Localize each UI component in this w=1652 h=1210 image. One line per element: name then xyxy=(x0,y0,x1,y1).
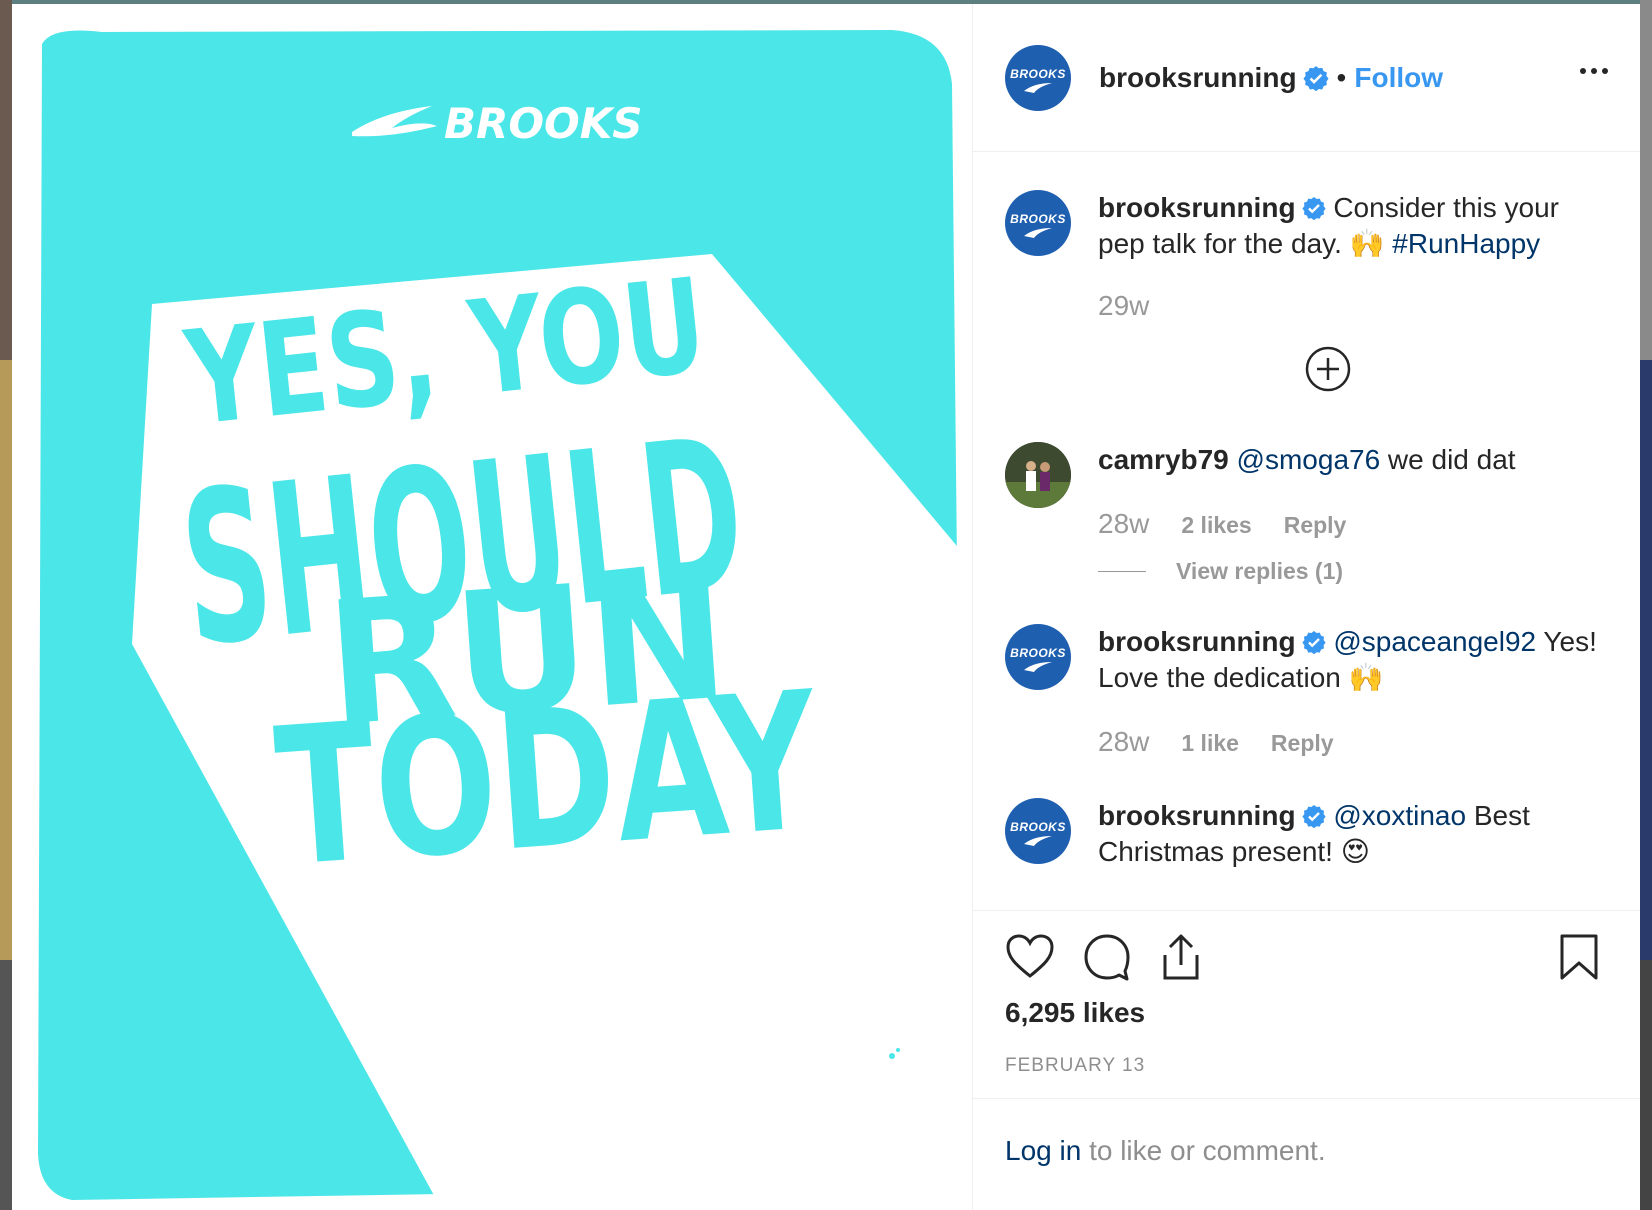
caption-hashtag[interactable]: #RunHappy xyxy=(1392,228,1540,259)
replies-divider xyxy=(1098,571,1146,572)
post-date[interactable]: FEBRUARY 13 xyxy=(1005,1055,1145,1077)
account-avatar[interactable]: BROOKS xyxy=(1005,44,1071,111)
login-prompt-text: to like or comment. xyxy=(1081,1135,1326,1166)
likes-count[interactable]: 6,295 likes xyxy=(1005,997,1145,1029)
load-more-comments-icon[interactable] xyxy=(1305,346,1351,392)
login-prompt: Log in to like or comment. xyxy=(973,1098,1640,1210)
comment-username[interactable]: brooksrunning xyxy=(1098,626,1296,657)
comment-username[interactable]: brooksrunning xyxy=(1098,800,1296,831)
bookmark-icon[interactable] xyxy=(1559,933,1599,981)
post-artwork: BROOKS YES, YOU SHOULD RUN TODAY xyxy=(38,30,972,1210)
comment-text: we did dat xyxy=(1380,444,1516,475)
header-username[interactable]: brooksrunning xyxy=(1099,62,1297,94)
commenter-avatar[interactable]: BROOKS xyxy=(1005,624,1071,690)
post-modal: BROOKS YES, YOU SHOULD RUN TODAY BROOKS … xyxy=(12,4,1640,1210)
comment-likes[interactable]: 2 likes xyxy=(1181,512,1251,539)
commenter-avatar[interactable] xyxy=(1005,442,1071,508)
comment-username[interactable]: camryb79 xyxy=(1098,444,1229,475)
swoosh-icon xyxy=(1024,228,1052,238)
view-replies-button[interactable]: View replies (1) xyxy=(1098,558,1598,585)
comment-likes[interactable]: 1 like xyxy=(1181,730,1239,757)
caption-username[interactable]: brooksrunning xyxy=(1098,192,1296,223)
post-header: BROOKS brooksrunning • Follow xyxy=(973,4,1640,152)
post-image: BROOKS YES, YOU SHOULD RUN TODAY xyxy=(12,4,972,1210)
post-side-panel: BROOKS brooksrunning • Follow BROOKS bro… xyxy=(972,4,1640,1210)
comment-mention[interactable]: @xoxtinao xyxy=(1333,800,1466,831)
comment-time[interactable]: 28w xyxy=(1098,508,1149,540)
commenter-avatar[interactable]: BROOKS xyxy=(1005,798,1071,864)
comment-mention[interactable]: @spaceangel92 xyxy=(1333,626,1536,657)
more-options-icon[interactable] xyxy=(1580,68,1608,74)
swoosh-icon xyxy=(1024,82,1052,93)
reply-button[interactable]: Reply xyxy=(1284,512,1347,539)
verified-badge-icon xyxy=(1301,805,1326,828)
artwork-brand-text: BROOKS xyxy=(444,99,643,148)
avatar-logo-text: BROOKS xyxy=(1010,212,1066,226)
comment-mention[interactable]: @smoga76 xyxy=(1237,444,1381,475)
artwork-speck xyxy=(896,1048,900,1052)
share-icon[interactable] xyxy=(1159,933,1203,981)
reply-button[interactable]: Reply xyxy=(1271,730,1334,757)
verified-badge-icon xyxy=(1301,631,1326,654)
verified-badge-icon xyxy=(1301,197,1326,220)
swoosh-icon xyxy=(1024,836,1052,846)
caption-time[interactable]: 29w xyxy=(1098,290,1149,322)
commenter-photo xyxy=(1005,442,1071,508)
comments-list: BROOKS brooksrunning Consider this your … xyxy=(973,152,1640,910)
post-actions: 6,295 likes FEBRUARY 13 xyxy=(973,910,1640,1098)
headline-line-4: TODAY xyxy=(270,651,826,909)
heart-icon[interactable] xyxy=(1005,933,1055,979)
comment-icon[interactable] xyxy=(1083,933,1131,981)
caption-avatar[interactable]: BROOKS xyxy=(1005,190,1071,256)
avatar-logo-text: BROOKS xyxy=(1010,646,1066,660)
avatar-logo-text: BROOKS xyxy=(1010,820,1066,834)
follow-button[interactable]: Follow xyxy=(1354,62,1443,94)
comment-time[interactable]: 28w xyxy=(1098,726,1149,758)
swoosh-icon xyxy=(1024,662,1052,672)
artwork-speck xyxy=(889,1053,895,1059)
verified-badge-icon xyxy=(1302,65,1329,91)
login-link[interactable]: Log in xyxy=(1005,1135,1081,1166)
avatar-logo-text: BROOKS xyxy=(1010,66,1066,81)
header-separator: • xyxy=(1336,61,1347,93)
view-replies-label: View replies (1) xyxy=(1176,558,1344,584)
